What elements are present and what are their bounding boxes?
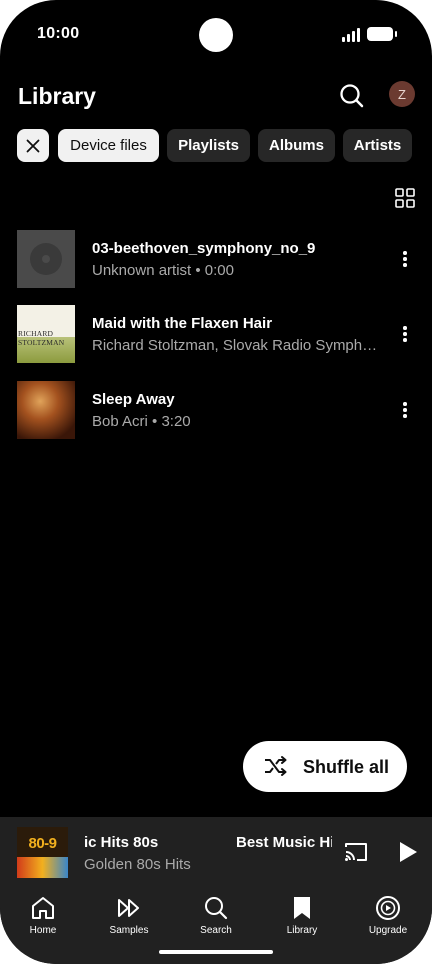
shuffle-icon	[265, 756, 287, 776]
search-icon	[205, 897, 228, 920]
search-button[interactable]	[338, 82, 366, 110]
player-text: ic Hits 80s Best Music Hits Golden 80s H…	[84, 832, 332, 877]
more-options-button[interactable]	[398, 400, 412, 420]
track-row[interactable]: Sleep Away Bob Acri • 3:20	[0, 381, 432, 439]
nav-samples[interactable]: Samples	[89, 895, 169, 939]
nav-upgrade[interactable]: Upgrade	[348, 895, 428, 939]
page-title: Library	[18, 83, 96, 109]
nav-search[interactable]: Search	[176, 895, 256, 939]
upgrade-icon	[376, 896, 400, 920]
nav-upgrade-label: Upgrade	[368, 925, 408, 936]
home-icon	[32, 897, 54, 919]
cast-button[interactable]	[344, 841, 368, 863]
shuffle-all-label: Shuffle all	[303, 757, 390, 777]
track-artwork	[17, 381, 75, 439]
artwork-text: RICHARD STOLTZMAN	[18, 329, 65, 347]
search-icon	[340, 84, 364, 108]
chip-playlists[interactable]: Playlists	[167, 129, 250, 162]
clear-filter-button[interactable]	[17, 129, 49, 162]
track-row[interactable]: 03-beethoven_symphony_no_9 Unknown artis…	[0, 230, 432, 288]
battery-icon	[367, 27, 397, 41]
home-indicator	[159, 950, 273, 954]
chip-albums[interactable]: Albums	[258, 129, 335, 162]
track-subtitle: Unknown artist • 0:00	[92, 262, 234, 279]
track-title: Maid with the Flaxen Hair	[92, 315, 273, 332]
track-title: 03-beethoven_symphony_no_9	[92, 240, 316, 257]
nav-home[interactable]: Home	[3, 895, 83, 939]
more-options-button[interactable]	[398, 324, 412, 344]
samples-icon	[118, 899, 139, 917]
track-artwork: RICHARD STOLTZMAN	[17, 305, 75, 363]
player-title-next: Best Music Hits	[236, 834, 332, 851]
status-bar: 10:00	[0, 0, 432, 70]
camera-cutout	[199, 18, 233, 52]
cast-icon	[345, 843, 367, 861]
nav-library[interactable]: Library	[262, 895, 342, 939]
track-row[interactable]: RICHARD STOLTZMAN Maid with the Flaxen H…	[0, 305, 432, 363]
avatar[interactable]: Z	[389, 81, 415, 107]
chip-artists[interactable]: Artists	[343, 129, 412, 162]
track-artwork-placeholder	[17, 230, 75, 288]
more-options-button[interactable]	[398, 249, 412, 269]
track-title: Sleep Away	[92, 391, 175, 408]
player-artwork: 80-9	[17, 827, 68, 878]
nav-search-label: Search	[200, 925, 232, 936]
track-subtitle: Richard Stoltzman, Slovak Radio Symphony…	[92, 337, 380, 354]
mini-player[interactable]: 80-9 ic Hits 80s Best Music Hits Golden …	[0, 817, 432, 887]
phone-screen: 10:00 Library Z Device files Playlists A…	[0, 0, 432, 964]
chip-device-files[interactable]: Device files	[58, 129, 159, 162]
player-title: ic Hits 80s	[84, 834, 159, 851]
signal-icon	[342, 28, 362, 42]
play-icon	[400, 842, 417, 862]
nav-samples-label: Samples	[109, 925, 149, 936]
close-icon	[26, 139, 40, 152]
nav-home-label: Home	[29, 925, 57, 936]
track-subtitle: Bob Acri • 3:20	[92, 413, 191, 430]
grid-view-button[interactable]	[395, 188, 415, 208]
shuffle-all-button[interactable]: Shuffle all	[243, 741, 407, 792]
grid-icon	[395, 188, 415, 208]
filter-chips: Device files Playlists Albums Artists	[17, 129, 432, 162]
status-time: 10:00	[37, 25, 80, 42]
player-subtitle: Golden 80s Hits	[84, 856, 191, 873]
play-button[interactable]	[398, 841, 418, 863]
nav-library-label: Library	[286, 925, 318, 936]
library-icon	[294, 897, 310, 919]
player-artwork-text: 80-9	[28, 835, 57, 852]
